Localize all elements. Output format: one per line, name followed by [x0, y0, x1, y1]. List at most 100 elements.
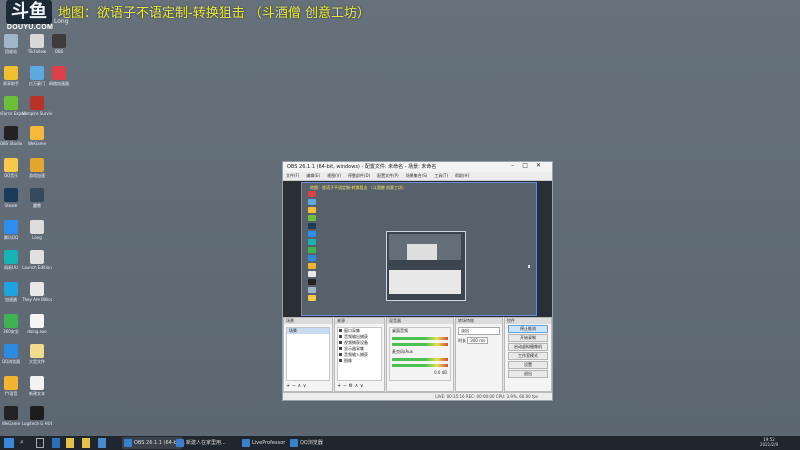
desktop-icon[interactable]: Launch Edition — [22, 250, 52, 270]
settings-button[interactable]: 设置 — [508, 361, 548, 369]
transitions-dock: 转场特效 淡出 时长 300 ms — [455, 317, 503, 392]
obs-title-bar[interactable]: OBS 26.1.1 (64-bit, windows) - 配置文件: 未命名… — [283, 162, 552, 172]
preview-mini-icon — [308, 247, 316, 253]
taskbar-obs[interactable]: OBS 26.1.1 (64-bit... — [122, 437, 185, 449]
app-icon — [30, 158, 44, 172]
app-icon — [30, 96, 44, 110]
transition-select[interactable]: 淡出 — [458, 327, 500, 335]
scene-item[interactable]: 场景 — [287, 328, 329, 334]
folder-icon[interactable] — [82, 438, 90, 448]
desktop-icon-label: 游戏加速 — [29, 173, 45, 178]
desktop-icon-label: WeGame — [27, 141, 47, 146]
desktop-icon[interactable]: Vampire Survivors — [22, 96, 52, 116]
sources-toolbar[interactable]: + − ⚙ ∧ ∨ — [337, 383, 364, 389]
app-icon — [4, 126, 18, 140]
minimize-icon[interactable]: – — [511, 162, 522, 169]
maximize-icon[interactable]: □ — [522, 162, 536, 169]
menu-docks[interactable]: 停靠部件(D) — [348, 173, 370, 178]
preview-mini-icon — [308, 263, 316, 269]
app-icon — [30, 314, 44, 328]
taskbar-qqbrowser[interactable]: QQ浏览器 — [288, 437, 344, 449]
preview-caption: 地图：欲语子不语定制-转换狙击 （斗酒僧 创意工坊） — [310, 185, 406, 190]
app-icon — [52, 66, 66, 80]
desktop-icon[interactable]: 网络加速器 — [44, 66, 74, 86]
app-icon — [30, 126, 44, 140]
app-icon[interactable] — [98, 438, 106, 448]
stop-streaming-button[interactable]: 停止推流 — [508, 325, 548, 333]
preview-mini-icon — [308, 279, 316, 285]
app-icon — [30, 250, 44, 264]
sources-title: 来源 — [335, 318, 384, 324]
preview-mini-icon — [308, 271, 316, 277]
obs-window-title: OBS 26.1.1 (64-bit, windows) - 配置文件: 未命名… — [287, 164, 437, 170]
virtual-camera-button[interactable]: 启动虚拟摄像机 — [508, 343, 548, 351]
preview-mini-icon — [308, 231, 316, 237]
scenes-toolbar[interactable]: + − ∧ ∨ — [286, 383, 306, 389]
douyu-logo-icon: 斗鱼 — [6, 0, 52, 24]
desktop-icon-label: OBS — [54, 49, 64, 54]
desktop-icon[interactable]: 魔兽 — [22, 188, 52, 208]
desktop-icon[interactable]: WeGame — [22, 126, 52, 146]
desktop-icon-label: Launch Edition — [22, 265, 52, 270]
edge-icon[interactable] — [52, 438, 60, 448]
app-icon — [4, 344, 18, 358]
duration-value[interactable]: 300 ms — [467, 337, 489, 344]
close-icon[interactable]: ✕ — [536, 162, 549, 169]
desktop-icon-label: Vampire Survivors — [22, 111, 52, 116]
exit-button[interactable]: 退出 — [508, 370, 548, 378]
source-item[interactable]: 图像 — [338, 358, 381, 364]
app-icon — [4, 250, 18, 264]
nested-window — [407, 244, 437, 260]
scenes-list: 场景 — [286, 327, 330, 381]
preview-mini-icon — [308, 223, 316, 229]
desktop-icon[interactable]: 新建文本 — [22, 376, 52, 396]
task-view-icon[interactable] — [36, 438, 44, 448]
taskbar-app[interactable]: 新建人在家里用... — [174, 437, 246, 449]
desktop-icon[interactable]: Long — [22, 220, 52, 240]
explorer-icon[interactable] — [66, 438, 74, 448]
mixer-body: 桌面音频 麦克风/Aux 0.0 dB — [389, 327, 451, 381]
app-icon — [30, 220, 44, 234]
sources-list: 窗口采集 音频输出捕获 视频捕获设备 显示器采集 音频输入捕获 图像 — [337, 327, 382, 381]
track-desktop-audio: 桌面音频 — [392, 328, 408, 333]
app-icon — [4, 282, 18, 296]
desktop-icon-label: Long — [32, 235, 42, 240]
menu-file[interactable]: 文件(F) — [286, 173, 299, 178]
window-controls[interactable]: –□✕ — [511, 162, 549, 169]
desktop-icon[interactable]: 游戏加速 — [22, 158, 52, 178]
app-icon — [30, 34, 44, 48]
desktop-icon[interactable]: 大型文件 — [22, 344, 52, 364]
desktop-icon[interactable]: They Are Billions — [22, 282, 52, 302]
obs-preview[interactable]: 地图：欲语子不语定制-转换狙击 （斗酒僧 创意工坊） — [301, 182, 537, 316]
header-stamp: Long — [54, 18, 69, 25]
desktop-icon-label: They Are Billions — [22, 297, 52, 302]
desktop-icon[interactable]: OBS — [44, 34, 74, 54]
menu-help[interactable]: 帮助(H) — [455, 173, 469, 178]
obs-docks: 场景 场景 + − ∧ ∨ 来源 窗口采集 音频输出捕获 视频捕获设备 显示器采… — [283, 317, 552, 392]
start-recording-button[interactable]: 开始录制 — [508, 334, 548, 342]
preview-mini-icon — [308, 191, 316, 197]
desktop-icon-label: 大型文件 — [29, 359, 45, 364]
menu-scene-collection[interactable]: 场景集合(S) — [406, 173, 428, 178]
obs-status-bar: LIVE: 00:35:16 REC: 00:00:00 CPU: 3.9%, … — [283, 392, 552, 400]
menu-view[interactable]: 视图(V) — [327, 173, 341, 178]
controls-title: 控件 — [505, 318, 551, 324]
taskbar: ⌕ OBS 26.1.1 (64-bit... 新建人在家里用... LiveP… — [0, 436, 800, 450]
desktop-icon[interactable]: doing.exe — [22, 314, 52, 334]
menu-profile[interactable]: 配置文件(P) — [377, 173, 399, 178]
app-icon — [30, 344, 44, 358]
mixer-db: 0.0 dB — [434, 370, 447, 375]
menu-tools[interactable]: 工具(T) — [434, 173, 448, 178]
app-icon — [52, 34, 66, 48]
clock-date: 2021/2/9 — [760, 442, 778, 447]
menu-edit[interactable]: 编辑(E) — [306, 173, 320, 178]
transition-duration: 时长 300 ms — [458, 337, 500, 344]
taskbar-clock[interactable]: 19:52 2021/2/9 — [760, 437, 778, 447]
obs-window[interactable]: OBS 26.1.1 (64-bit, windows) - 配置文件: 未命名… — [282, 161, 553, 401]
studio-mode-button[interactable]: 工作室模式 — [508, 352, 548, 360]
start-icon[interactable] — [4, 438, 14, 448]
nested-docks — [389, 270, 461, 294]
audio-meter — [392, 358, 448, 361]
desktop-icon[interactable]: Logitech G HUB — [22, 406, 52, 426]
search-icon[interactable]: ⌕ — [20, 438, 28, 448]
